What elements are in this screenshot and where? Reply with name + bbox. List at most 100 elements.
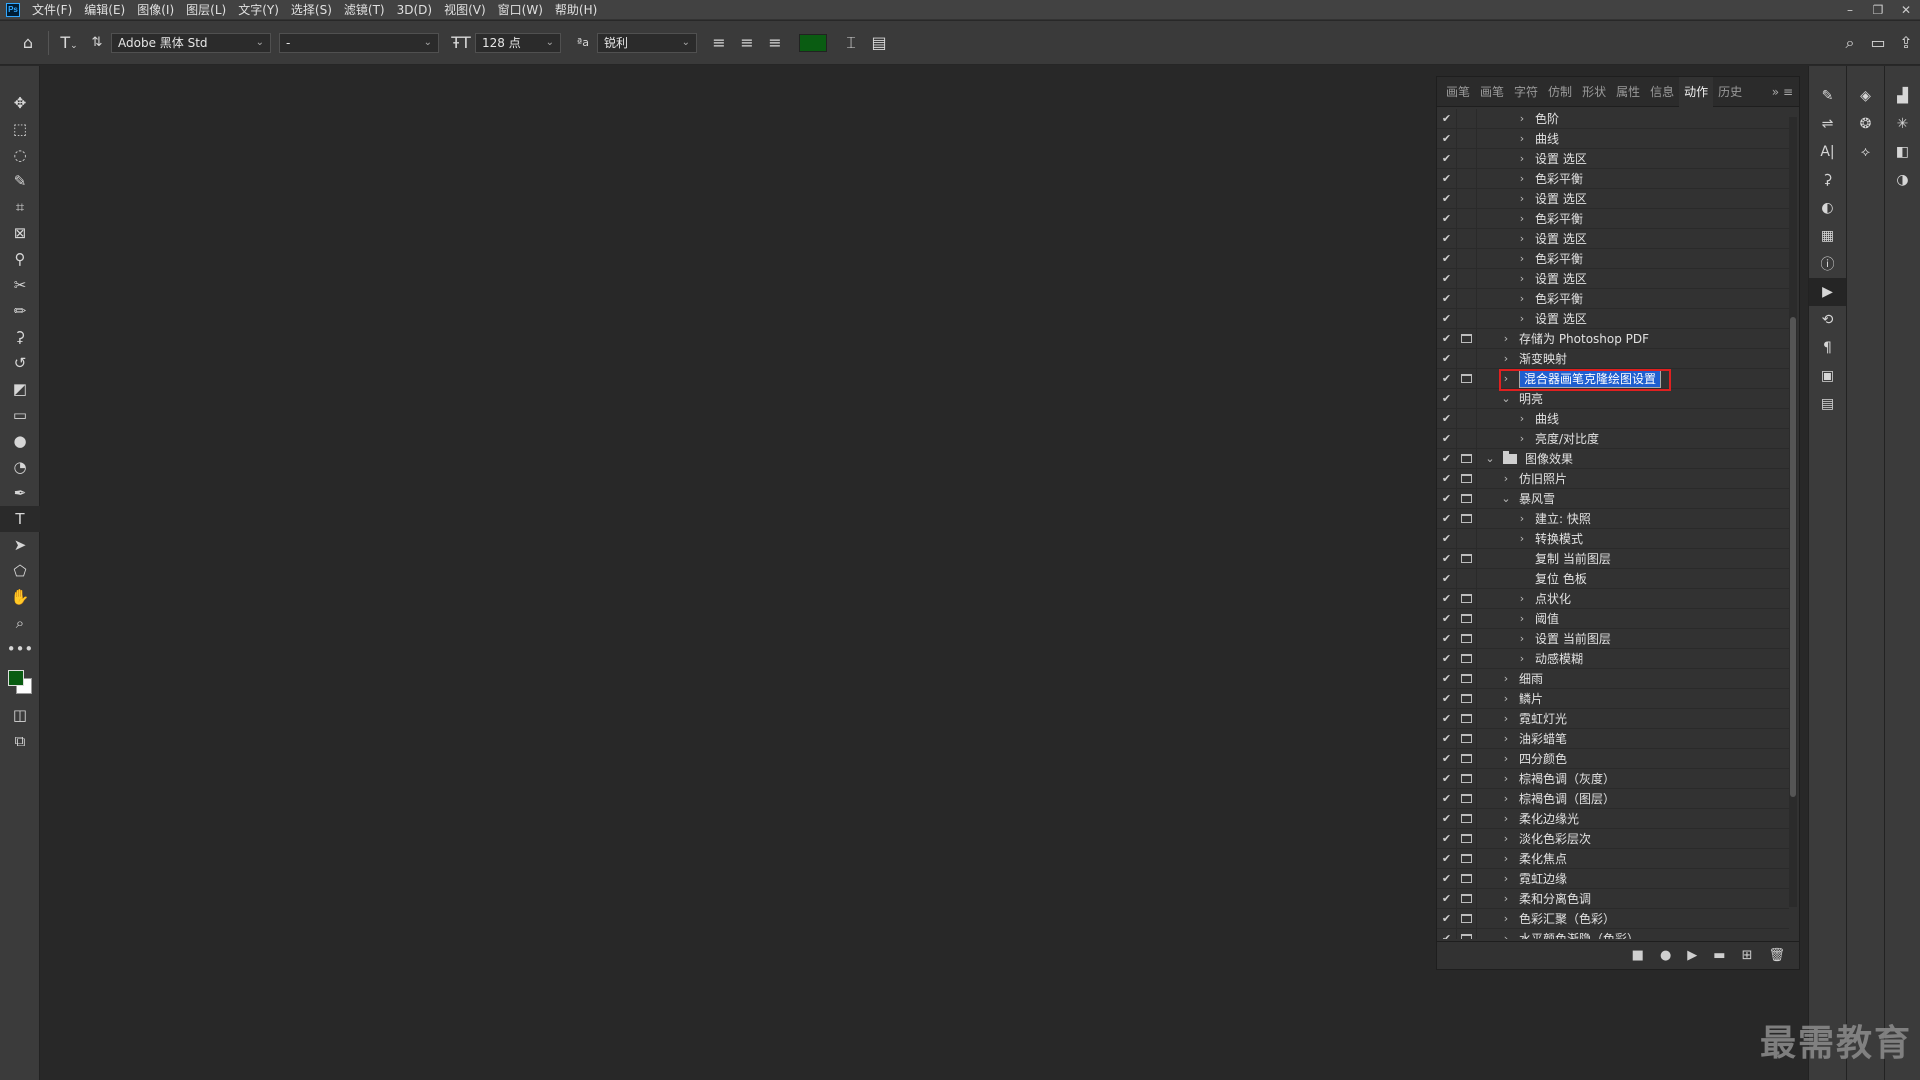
dialog-toggle-icon[interactable] xyxy=(1457,388,1477,409)
expand-right-icon[interactable]: › xyxy=(1515,592,1529,605)
action-row[interactable]: ✔ › 转换模式 xyxy=(1437,528,1789,549)
action-row[interactable]: ✔ › 四分颜色 xyxy=(1437,748,1789,769)
expand-right-icon[interactable]: › xyxy=(1499,772,1513,785)
panel-tab[interactable]: 历史 xyxy=(1713,77,1747,107)
action-row[interactable]: ✔ › 色彩平衡 xyxy=(1437,168,1789,189)
crop-tool-icon[interactable]: ⌗ xyxy=(0,194,40,220)
minimize-icon[interactable]: – xyxy=(1836,0,1864,20)
action-row[interactable]: ✔ › 油彩蜡笔 xyxy=(1437,728,1789,749)
history-icon[interactable]: ⟲ xyxy=(1809,306,1846,334)
dialog-toggle-icon[interactable] xyxy=(1457,468,1477,489)
expand-right-icon[interactable]: › xyxy=(1515,412,1529,425)
share-icon[interactable]: ⇪ xyxy=(1892,33,1920,53)
dialog-toggle-icon[interactable] xyxy=(1457,448,1477,469)
play-icon[interactable]: ▶ xyxy=(1687,948,1697,963)
dialog-toggle-icon[interactable] xyxy=(1457,868,1477,889)
dialog-toggle-icon[interactable] xyxy=(1457,708,1477,729)
toggle-check-icon[interactable]: ✔ xyxy=(1437,109,1457,129)
panel-tab[interactable]: 仿制 xyxy=(1543,77,1577,107)
warp-text-icon[interactable]: ⌶ xyxy=(837,33,865,53)
action-row[interactable]: ✔ › 色彩平衡 xyxy=(1437,248,1789,269)
toggle-check-icon[interactable]: ✔ xyxy=(1437,268,1457,289)
quick-mask-icon[interactable]: ◫ xyxy=(0,702,40,728)
expand-right-icon[interactable]: › xyxy=(1515,432,1529,445)
expand-right-icon[interactable]: › xyxy=(1515,612,1529,625)
panel-menu-icon[interactable]: » ≡ xyxy=(1766,85,1799,99)
toggle-check-icon[interactable]: ✔ xyxy=(1437,748,1457,769)
shape-tool-icon[interactable]: ⬠ xyxy=(0,558,40,584)
action-row[interactable]: ✔ › 混合器画笔克隆绘图设置 xyxy=(1437,368,1789,391)
expand-right-icon[interactable]: › xyxy=(1499,892,1513,905)
dialog-toggle-icon[interactable] xyxy=(1457,728,1477,749)
history-brush-tool-icon[interactable]: ↺ xyxy=(0,350,40,376)
properties-icon[interactable]: ▦ xyxy=(1809,222,1846,250)
toggle-check-icon[interactable]: ✔ xyxy=(1437,528,1457,549)
action-row[interactable]: ✔ › 曲线 xyxy=(1437,408,1789,429)
expand-right-icon[interactable]: › xyxy=(1515,152,1529,165)
expand-right-icon[interactable]: › xyxy=(1499,752,1513,765)
expand-right-icon[interactable]: › xyxy=(1499,932,1513,939)
character-panel-icon[interactable]: ▤ xyxy=(865,33,893,52)
panel-tab[interactable]: 属性 xyxy=(1611,77,1645,107)
workspace-icon[interactable]: ▭ xyxy=(1864,33,1892,53)
toggle-check-icon[interactable]: ✔ xyxy=(1437,468,1457,489)
eyedropper-tool-icon[interactable]: ⚲ xyxy=(0,246,40,272)
brush-tool-icon[interactable]: ✏ xyxy=(0,298,40,324)
dialog-toggle-icon[interactable] xyxy=(1457,488,1477,509)
stop-icon[interactable]: ■ xyxy=(1632,948,1644,963)
actions-scrollbar[interactable] xyxy=(1789,117,1797,907)
menu-item[interactable]: 图层(L) xyxy=(180,0,232,20)
panel-tab[interactable]: 画笔 xyxy=(1475,77,1509,107)
action-row[interactable]: ✔ › 动感模糊 xyxy=(1437,648,1789,669)
toggle-check-icon[interactable]: ✔ xyxy=(1437,768,1457,789)
home-icon[interactable]: ⌂ xyxy=(14,33,42,52)
toggle-check-icon[interactable]: ✔ xyxy=(1437,908,1457,929)
screen-mode-icon[interactable]: ⧉ xyxy=(0,728,40,754)
menu-item[interactable]: 文字(Y) xyxy=(232,0,285,20)
blur-tool-icon[interactable]: ● xyxy=(0,428,40,454)
toggle-check-icon[interactable]: ✔ xyxy=(1437,488,1457,509)
font-family-select[interactable]: Adobe 黑体 Std ⌄ xyxy=(111,32,271,53)
toggle-check-icon[interactable]: ✔ xyxy=(1437,928,1457,939)
dialog-toggle-icon[interactable] xyxy=(1457,128,1477,149)
dialog-toggle-icon[interactable] xyxy=(1457,848,1477,869)
action-row[interactable]: ✔ › 设置 当前图层 xyxy=(1437,628,1789,649)
dialog-toggle-icon[interactable] xyxy=(1457,548,1477,569)
lasso-tool-icon[interactable]: ◌ xyxy=(0,142,40,168)
action-row[interactable]: ✔ › 棕褐色调（灰度） xyxy=(1437,768,1789,789)
expand-right-icon[interactable]: › xyxy=(1515,632,1529,645)
menu-item[interactable]: 编辑(E) xyxy=(78,0,131,20)
action-row[interactable]: ✔ › 阈值 xyxy=(1437,608,1789,629)
dialog-toggle-icon[interactable] xyxy=(1457,928,1477,939)
expand-right-icon[interactable]: › xyxy=(1515,652,1529,665)
toggle-check-icon[interactable]: ✔ xyxy=(1437,208,1457,229)
action-row[interactable]: ✔ 复制 当前图层 xyxy=(1437,548,1789,569)
gradient-tool-icon[interactable]: ▭ xyxy=(0,402,40,428)
toggle-check-icon[interactable]: ✔ xyxy=(1437,668,1457,689)
brush-settings-icon[interactable]: ✎ xyxy=(1809,82,1846,110)
dialog-toggle-icon[interactable] xyxy=(1457,608,1477,629)
toggle-check-icon[interactable]: ✔ xyxy=(1437,508,1457,529)
type-tool-icon[interactable]: T xyxy=(0,506,40,532)
toggle-check-icon[interactable]: ✔ xyxy=(1437,308,1457,329)
dialog-toggle-icon[interactable] xyxy=(1457,248,1477,269)
toggle-check-icon[interactable]: ✔ xyxy=(1437,708,1457,729)
delete-icon[interactable]: 🗑 xyxy=(1768,948,1785,963)
action-row[interactable]: ✔ › 细雨 xyxy=(1437,668,1789,689)
menu-item[interactable]: 窗口(W) xyxy=(492,0,549,20)
action-row[interactable]: ✔ › 设置 选区 xyxy=(1437,308,1789,329)
dialog-toggle-icon[interactable] xyxy=(1457,328,1477,349)
toggle-check-icon[interactable]: ✔ xyxy=(1437,568,1457,589)
panel-tab[interactable]: 字符 xyxy=(1509,77,1543,107)
action-name-edit-field[interactable]: 混合器画笔克隆绘图设置 xyxy=(1519,369,1662,388)
expand-right-icon[interactable]: › xyxy=(1499,712,1513,725)
action-row[interactable]: ✔ › 设置 选区 xyxy=(1437,148,1789,169)
action-row[interactable]: ✔ › 曲线 xyxy=(1437,128,1789,149)
dialog-toggle-icon[interactable] xyxy=(1457,528,1477,549)
dialog-toggle-icon[interactable] xyxy=(1457,348,1477,369)
toggle-check-icon[interactable]: ✔ xyxy=(1437,608,1457,629)
expand-right-icon[interactable]: › xyxy=(1499,812,1513,825)
antialias-select[interactable]: 锐利 ⌄ xyxy=(597,32,697,53)
action-row[interactable]: ✔ › 霓虹灯光 xyxy=(1437,708,1789,729)
dialog-toggle-icon[interactable] xyxy=(1457,788,1477,809)
